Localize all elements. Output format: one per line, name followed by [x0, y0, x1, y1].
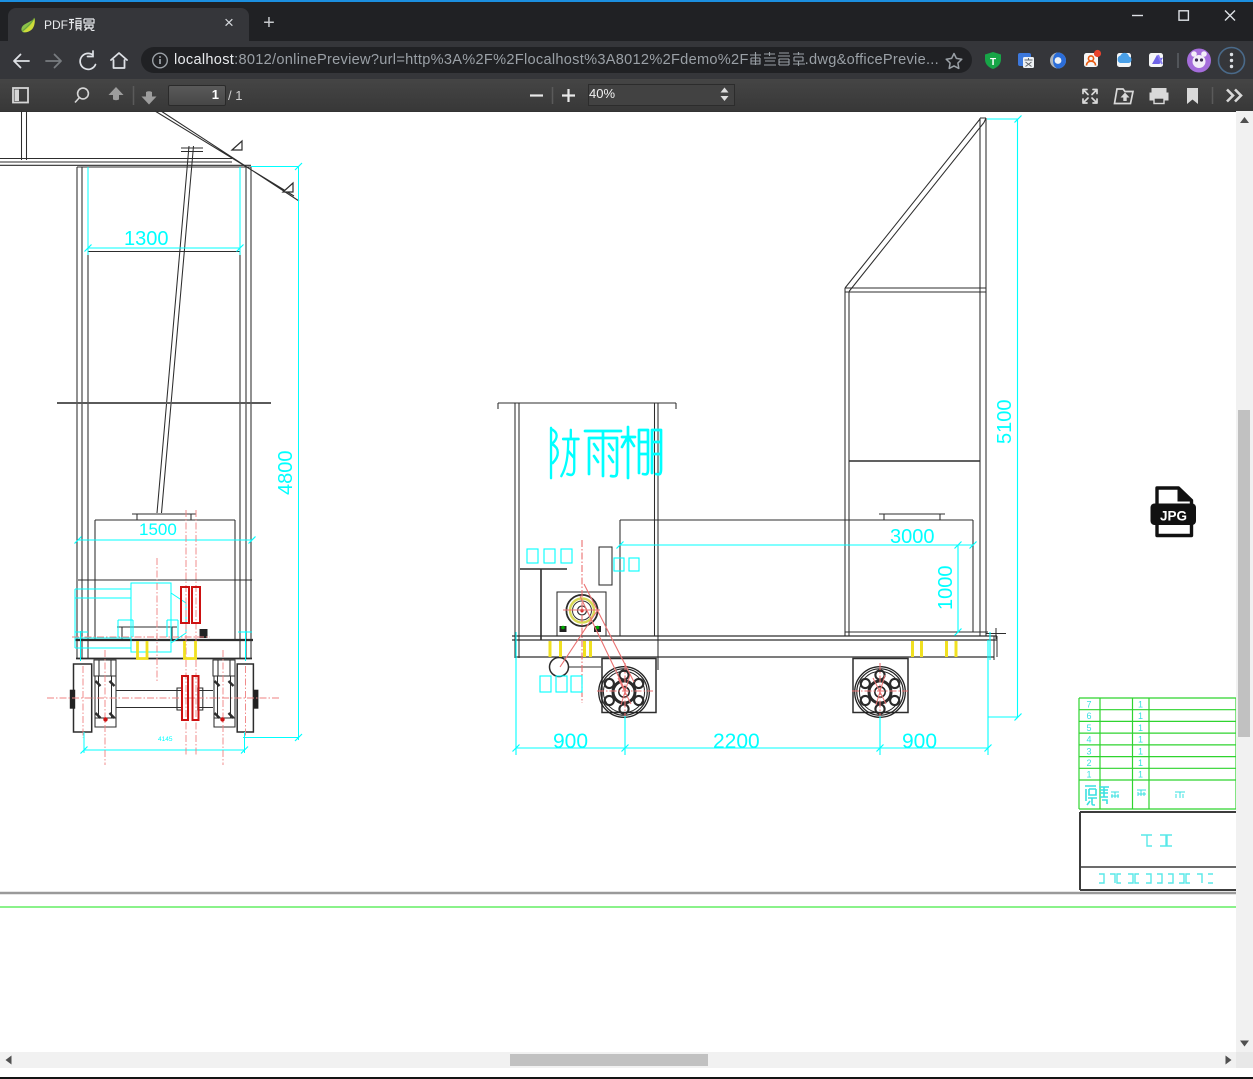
svg-text:T: T — [990, 57, 996, 68]
svg-text:/ 1: / 1 — [228, 88, 242, 103]
